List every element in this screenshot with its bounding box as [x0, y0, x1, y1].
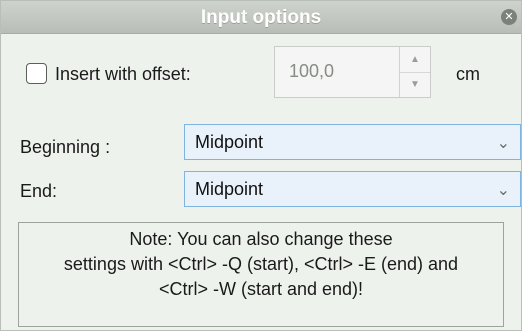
note-line-1: Note: You can also change these	[129, 229, 393, 249]
note-line-3: <Ctrl> -W (start and end)!	[158, 279, 364, 299]
note-line-2: settings with <Ctrl> -Q (start), <Ctrl> …	[63, 254, 459, 274]
dialog-title: Input options	[200, 7, 322, 28]
end-label: End:	[20, 181, 58, 201]
end-select-value: Midpoint	[195, 179, 264, 199]
beginning-select-value: Midpoint	[195, 132, 264, 152]
beginning-select[interactable]: Midpoint ⌄	[184, 124, 521, 160]
insert-with-offset-text: Insert with offset:	[55, 64, 191, 84]
close-icon[interactable]: ✕	[501, 9, 517, 25]
note-box: Note: You can also change these settings…	[18, 222, 504, 327]
spin-up-button[interactable]: ▲	[400, 47, 430, 73]
offset-value: 100,0	[289, 61, 335, 81]
title-bar: Input options ✕	[1, 1, 521, 34]
insert-with-offset-label: Insert with offset:	[55, 64, 191, 85]
chevron-down-icon: ⌄	[496, 135, 510, 152]
input-options-dialog: Input options ✕ Insert with offset: 100,…	[0, 0, 522, 331]
insert-with-offset-checkbox[interactable]	[26, 63, 47, 84]
chevron-down-icon: ⌄	[496, 182, 510, 199]
offset-spinner: ▲ ▼	[399, 47, 430, 97]
offset-unit: cm	[456, 64, 480, 84]
beginning-label: Beginning :	[20, 137, 111, 157]
end-select[interactable]: Midpoint ⌄	[184, 171, 521, 207]
spin-down-button[interactable]: ▼	[400, 72, 430, 97]
offset-value-field[interactable]: 100,0 ▲ ▼	[274, 46, 431, 98]
